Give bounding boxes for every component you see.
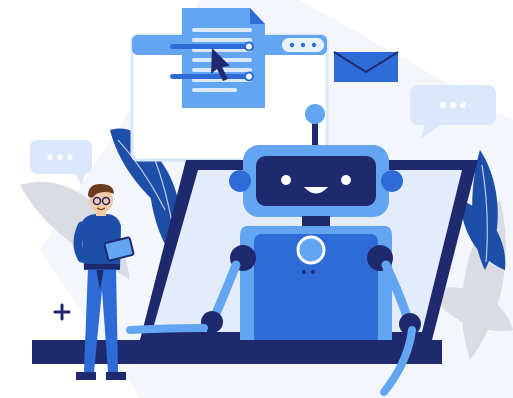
chat-bubble-small-icon bbox=[30, 140, 92, 186]
envelope-icon bbox=[333, 51, 399, 82]
robot-assistant-illustration bbox=[20, 0, 513, 398]
plus-icon bbox=[53, 303, 71, 321]
